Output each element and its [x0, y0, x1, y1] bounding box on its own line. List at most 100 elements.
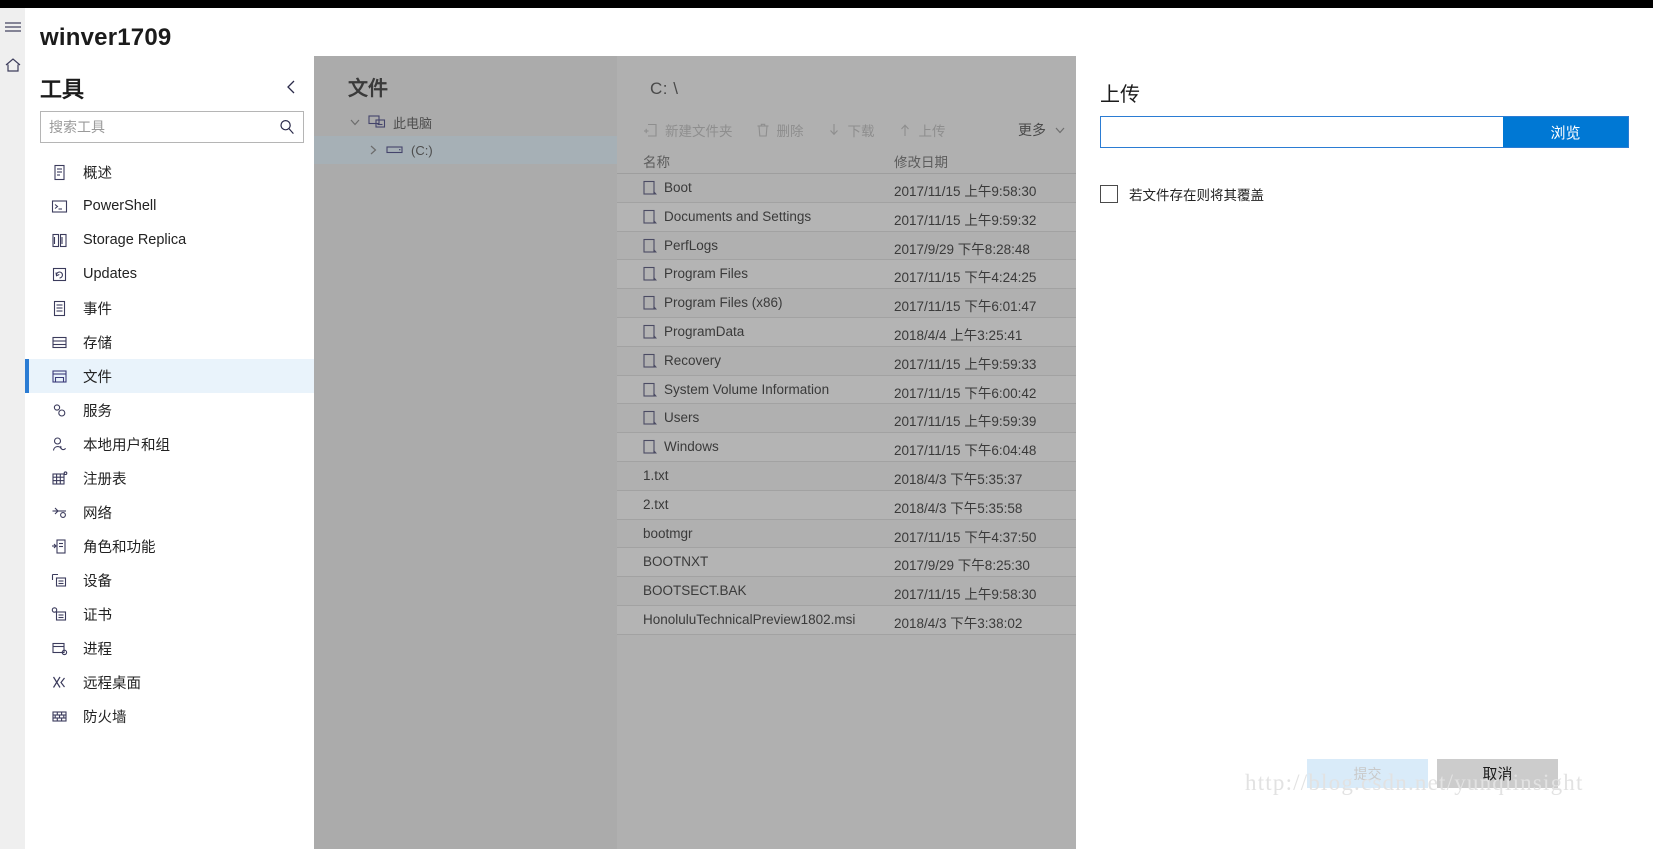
tree-item-c-drive[interactable]: (C:)	[314, 136, 617, 164]
file-modified: 2018/4/4 上午3:25:41	[894, 327, 1023, 343]
sidebar-item-label: 防火墙	[83, 709, 127, 726]
table-row[interactable]: BOOTSECT.BAK 2017/11/15 上午9:58:30	[617, 577, 1076, 606]
more-commands-button[interactable]: 更多	[1018, 120, 1067, 140]
sidebar-item-storage[interactable]: 存储	[25, 325, 314, 359]
table-row[interactable]: Boot 2017/11/15 上午9:58:30	[617, 174, 1076, 203]
tree-item-this-pc[interactable]: 此电脑	[348, 108, 432, 136]
sidebar-item-files[interactable]: 文件	[25, 359, 314, 393]
upload-file-input[interactable]	[1101, 117, 1503, 147]
files-icon	[50, 367, 69, 386]
sidebar-item-label: 网络	[83, 505, 112, 522]
file-name: System Volume Information	[664, 381, 830, 397]
sidebar-item-label: 服务	[83, 403, 112, 420]
file-command-bar: 新建文件夹 删除 下载 上传 更多	[643, 114, 1073, 146]
download-button[interactable]: 下载	[826, 120, 875, 140]
file-name: BOOTSECT.BAK	[643, 583, 747, 599]
sidebar-item-registry[interactable]: 注册表	[25, 461, 314, 495]
new-folder-button[interactable]: 新建文件夹	[643, 120, 733, 140]
sidebar-item-remote-desktop[interactable]: 远程桌面	[25, 665, 314, 699]
search-tools-box[interactable]	[40, 111, 304, 143]
table-row[interactable]: 1.txt 2018/4/3 下午5:35:37	[617, 462, 1076, 491]
sidebar-item-overview[interactable]: 概述	[25, 155, 314, 189]
table-row[interactable]: Windows 2017/11/15 下午6:04:48	[617, 433, 1076, 462]
sidebar-item-certificates[interactable]: 证书	[25, 597, 314, 631]
sidebar-item-devices[interactable]: 设备	[25, 563, 314, 597]
sidebar-item-local-users[interactable]: 本地用户和组	[25, 427, 314, 461]
chevron-down-icon[interactable]	[348, 115, 362, 129]
table-row[interactable]: System Volume Information 2017/11/15 下午6…	[617, 375, 1076, 405]
powershell-icon	[50, 197, 69, 216]
sidebar-item-label: 存储	[83, 335, 112, 352]
file-list-header: 名称 修改日期	[617, 146, 1076, 174]
search-input[interactable]	[41, 112, 273, 142]
folder-icon	[643, 209, 657, 225]
tree-item-label: (C:)	[411, 142, 433, 158]
table-row[interactable]: BOOTNXT 2017/9/29 下午8:25:30	[617, 548, 1076, 578]
table-row[interactable]: Users 2017/11/15 上午9:59:39	[617, 404, 1076, 434]
sidebar-item-roles-features[interactable]: 角色和功能	[25, 529, 314, 563]
overwrite-checkbox[interactable]	[1100, 185, 1118, 203]
column-header-modified: 修改日期	[894, 155, 948, 170]
folder-icon	[643, 238, 657, 254]
table-row[interactable]: PerfLogs 2017/9/29 下午8:28:48	[617, 232, 1076, 261]
folder-icon	[643, 382, 657, 398]
table-row[interactable]: Recovery 2017/11/15 上午9:59:33	[617, 347, 1076, 376]
cancel-button[interactable]: 取消	[1437, 759, 1558, 788]
download-arrow-icon	[826, 122, 842, 138]
table-row[interactable]: HonoluluTechnicalPreview1802.msi 2018/4/…	[617, 605, 1076, 635]
table-row[interactable]: Program Files 2017/11/15 下午4:24:25	[617, 260, 1076, 290]
file-tree-panel: 文件 此电脑 (C:)	[314, 56, 617, 849]
file-modified: 2017/11/15 上午9:59:33	[894, 356, 1037, 372]
sidebar-item-processes[interactable]: 进程	[25, 631, 314, 665]
certificates-icon	[50, 605, 69, 624]
files-panel-title: 文件	[348, 78, 388, 100]
network-icon	[50, 503, 69, 522]
file-modified: 2017/11/15 上午9:59:39	[894, 414, 1037, 430]
command-label: 删除	[776, 124, 804, 139]
column-header-name: 名称	[643, 155, 670, 170]
sidebar-item-updates[interactable]: Updates	[25, 257, 314, 291]
file-list-rows: Boot 2017/11/15 上午9:58:30 Documents and …	[617, 174, 1076, 635]
delete-button[interactable]: 删除	[755, 120, 804, 140]
browse-button[interactable]: 浏览	[1503, 117, 1628, 147]
home-icon[interactable]	[4, 56, 22, 74]
command-label: 新建文件夹	[665, 124, 733, 139]
tools-header: 工具	[40, 77, 85, 102]
sidebar-item-network[interactable]: 网络	[25, 495, 314, 529]
upload-button[interactable]: 上传	[897, 120, 946, 140]
upload-file-field[interactable]: 浏览	[1100, 116, 1629, 148]
search-icon[interactable]	[278, 118, 296, 136]
remote-desktop-icon	[50, 673, 69, 692]
file-modified: 2018/4/3 下午3:38:02	[894, 615, 1023, 631]
table-row[interactable]: ProgramData 2018/4/4 上午3:25:41	[617, 317, 1076, 347]
sidebar-item-label: 概述	[83, 165, 112, 182]
sidebar-item-powershell[interactable]: PowerShell	[25, 189, 314, 223]
table-row[interactable]: Program Files (x86) 2017/11/15 下午6:01:47	[617, 289, 1076, 318]
chevron-down-icon	[1053, 123, 1067, 137]
sidebar-item-firewall[interactable]: 防火墙	[25, 699, 314, 733]
sidebar-item-storage-replica[interactable]: Storage Replica	[25, 223, 314, 257]
file-name: Recovery	[664, 352, 722, 368]
file-name: Documents and Settings	[664, 208, 812, 224]
table-row[interactable]: Documents and Settings 2017/11/15 上午9:59…	[617, 202, 1076, 232]
folder-icon	[643, 353, 657, 369]
file-modified: 2017/11/15 上午9:59:32	[894, 212, 1037, 228]
submit-button[interactable]: 提交	[1307, 759, 1428, 788]
table-row[interactable]: 2.txt 2018/4/3 下午5:35:58	[617, 490, 1076, 520]
sidebar-item-label: 角色和功能	[83, 539, 156, 556]
overwrite-checkbox-row[interactable]: 若文件存在则将其覆盖	[1100, 184, 1264, 204]
events-icon	[50, 299, 69, 318]
sidebar-item-events[interactable]: 事件	[25, 291, 314, 325]
folder-icon	[643, 410, 657, 426]
chevron-right-icon[interactable]	[366, 143, 380, 157]
table-row[interactable]: bootmgr 2017/11/15 下午4:37:50	[617, 520, 1076, 549]
hamburger-menu-icon[interactable]	[4, 18, 22, 36]
sidebar-item-services[interactable]: 服务	[25, 393, 314, 427]
sidebar-item-label: 远程桌面	[83, 675, 141, 692]
chevron-left-icon[interactable]	[282, 78, 300, 96]
file-modified: 2017/9/29 下午8:28:48	[894, 241, 1030, 257]
registry-icon	[50, 469, 69, 488]
tools-list: 概述 PowerShell Storage Replica Updates 事件…	[25, 155, 314, 733]
file-modified: 2017/11/15 下午6:01:47	[894, 299, 1037, 315]
folder-icon	[643, 266, 657, 282]
